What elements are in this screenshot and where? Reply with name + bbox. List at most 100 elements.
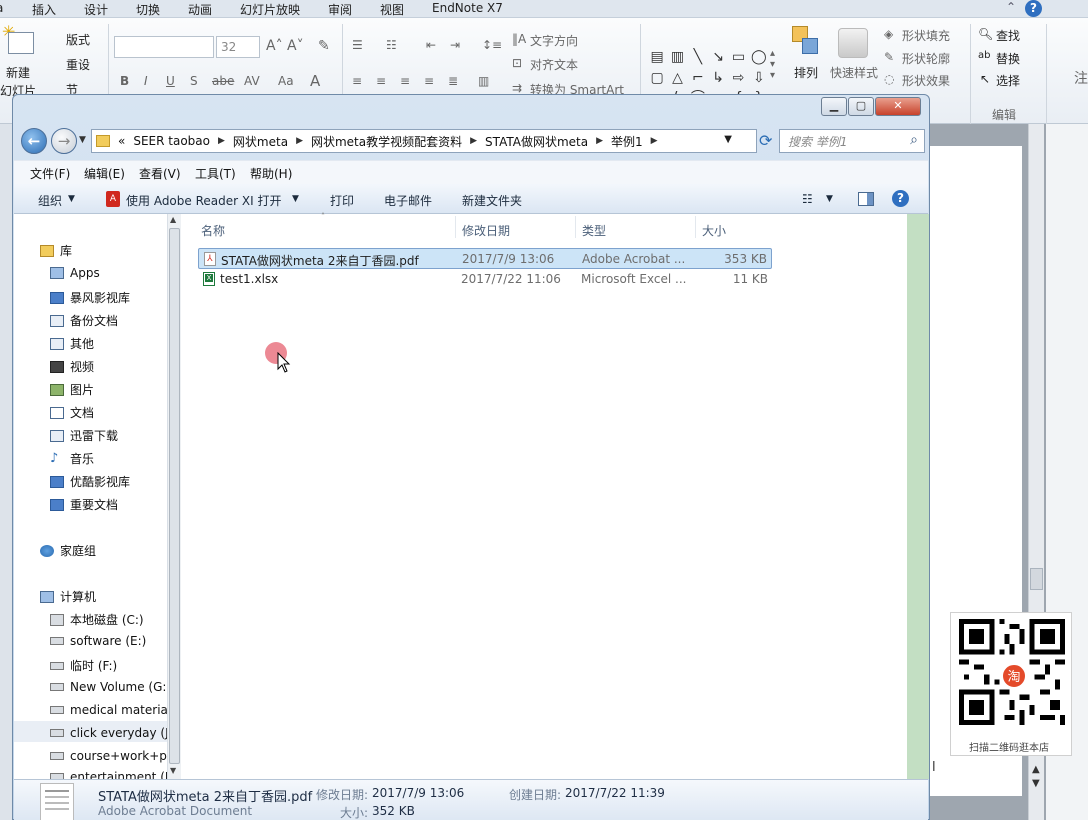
open-with-button[interactable]: 使用 Adobe Reader XI 打开 [126,192,281,209]
oval-shape-icon[interactable]: ◯ [750,48,768,67]
organize-dropdown-icon[interactable]: ▼ [68,194,75,204]
ribbon-tab-slideshow[interactable]: 幻灯片放映 [240,1,300,18]
minimize-button[interactable]: ▁ [821,97,847,116]
find-button[interactable]: 查找 [996,27,1020,44]
breadcrumb-arrow-icon[interactable]: ▶ [296,136,303,146]
help-icon[interactable]: ? [1025,0,1042,17]
ribbon-tab-endnote[interactable]: EndNote X7 [432,1,503,15]
nav-item-other[interactable]: 其他 [50,335,94,352]
file-row-pdf[interactable]: ⅄ STATA做网状meta 2来自丁香园.pdf 2017/7/9 13:06… [198,248,772,269]
menu-edit[interactable]: 编辑(E) [84,165,125,182]
column-header-modified[interactable]: 修改日期 [462,222,510,239]
column-header-name[interactable]: 名称 [201,222,225,239]
nav-libraries[interactable]: 库 [40,242,72,259]
align-text-button[interactable]: 对齐文本 [530,56,578,73]
right-arrow-shape-icon[interactable]: ⇨ [729,69,747,88]
layout-button[interactable]: 版式 [66,31,90,48]
ribbon-tab-view[interactable]: 视图 [380,1,404,18]
breadcrumb-arrow-icon[interactable]: ▶ [218,136,225,146]
distribute-icon[interactable]: ≣ [448,74,458,88]
grow-font-icon[interactable]: A˄ A˅ [266,38,304,54]
nav-item-documents[interactable]: 文档 [50,404,94,421]
nav-scroll-thumb[interactable] [169,228,180,764]
nav-item-pictures[interactable]: 图片 [50,381,94,398]
ribbon-tab-cut[interactable]: a [0,1,3,15]
nav-item-important[interactable]: 重要文档 [50,496,118,513]
nav-drive-e[interactable]: software (E:) [50,634,146,648]
line-shape-icon[interactable]: ╲ [689,48,707,67]
align-right-icon[interactable]: ≡ [400,74,410,88]
column-divider[interactable] [575,216,576,238]
menu-help[interactable]: 帮助(H) [250,165,292,182]
nav-item-music[interactable]: ♪ 音乐 [50,450,94,467]
nav-item-backup[interactable]: 备份文档 [50,312,118,329]
back-button[interactable]: ← [21,128,47,154]
ribbon-tab-review[interactable]: 审阅 [328,1,352,18]
ribbon-tab-design[interactable]: 设计 [84,1,108,18]
nav-item-baofeng[interactable]: 暴风影视库 [50,289,130,306]
refresh-icon[interactable]: ⟳ [759,131,772,150]
nav-scroll-down-icon[interactable]: ▼ [170,766,176,775]
nav-drive-course[interactable]: course+work+p [50,749,167,763]
search-box[interactable]: 搜索 举例1 ⌕ [779,129,925,153]
breadcrumb-seer-taobao[interactable]: SEER taobao [133,134,210,148]
line-spacing-icon[interactable]: ↕≡ [482,38,502,52]
arrange-icon[interactable] [792,26,820,58]
down-arrow-shape-icon[interactable]: ⇩ [750,69,768,88]
text-box-shape-icon[interactable]: ▤ [648,48,666,67]
nav-drive-f[interactable]: 临时 (F:) [50,657,117,674]
shadow-button[interactable]: S [190,74,198,88]
quick-styles-icon[interactable] [838,28,868,58]
clear-format-icon[interactable]: ✎ [318,38,330,54]
font-name-combo[interactable] [114,36,214,58]
shape-outline-button[interactable]: 形状轮廓 [902,50,950,67]
quick-styles-button[interactable]: 快速样式 [830,64,878,81]
address-overflow[interactable]: « [118,134,125,148]
scrollbar-thumb[interactable] [1030,568,1043,590]
breadcrumb-arrow-icon[interactable]: ▶ [470,136,477,146]
column-header-size[interactable]: 大小 [702,222,726,239]
view-dropdown-icon[interactable]: ▼ [826,194,833,204]
bullets-icon[interactable]: ☰ [352,38,363,52]
elbow-arrow-icon[interactable]: ↳ [709,69,727,88]
breadcrumb-stata-meta[interactable]: STATA做网状meta [485,133,588,150]
change-case-icon[interactable]: Aa [278,74,294,88]
nav-drive-n[interactable]: entertainment (N [50,770,174,779]
scroll-up-icon[interactable]: ▲ [1032,764,1040,775]
forward-button[interactable]: → [51,128,77,154]
ribbon-tab-animations[interactable]: 动画 [188,1,212,18]
nav-pane-scrollbar[interactable]: ▲ ▼ [167,214,181,779]
organize-button[interactable]: 组织 [38,192,62,209]
font-size-combo[interactable]: 32 [216,36,260,58]
select-button[interactable]: 选择 [996,72,1020,89]
breadcrumb-teaching-materials[interactable]: 网状meta教学视频配套资料 [311,133,462,150]
new-folder-button[interactable]: 新建文件夹 [462,192,522,209]
align-left-icon[interactable]: ≡ [352,74,362,88]
email-button[interactable]: 电子邮件 [384,192,432,209]
file-name[interactable]: test1.xlsx [220,272,278,286]
nav-drive-medical[interactable]: medical materia [50,703,168,717]
column-divider[interactable] [455,216,456,238]
address-dropdown-icon[interactable]: ▼ [724,134,732,145]
replace-button[interactable]: 替换 [996,50,1020,67]
nav-item-apps[interactable]: Apps [50,266,100,280]
ribbon-tab-insert[interactable]: 插入 [32,1,56,18]
nav-computer[interactable]: 计算机 [40,588,96,605]
nav-homegroup[interactable]: 家庭组 [40,542,96,559]
italic-button[interactable]: I [144,74,148,88]
nav-item-youku[interactable]: 优酷影视库 [50,473,130,490]
ribbon-tab-transitions[interactable]: 切换 [136,1,160,18]
elbow-connector-icon[interactable]: ⌐ [689,69,707,88]
rounded-rect-shape-icon[interactable]: ▢ [648,69,666,88]
menu-file[interactable]: 文件(F) [30,165,70,182]
triangle-shape-icon[interactable]: △ [668,69,686,88]
bold-button[interactable]: B [120,74,129,88]
char-spacing-icon[interactable]: AV [244,74,260,88]
nav-item-xunlei[interactable]: 迅雷下载 [50,427,118,444]
view-options-icon[interactable]: ☷ [802,192,813,206]
justify-icon[interactable]: ≡ [424,74,434,88]
menu-tools[interactable]: 工具(T) [195,165,236,182]
numbering-icon[interactable]: ☷ [386,38,397,52]
gallery-scroll-icon[interactable]: ▴ ▾ ▾ [770,48,775,81]
breadcrumb-example1[interactable]: 举例1 [611,133,643,150]
